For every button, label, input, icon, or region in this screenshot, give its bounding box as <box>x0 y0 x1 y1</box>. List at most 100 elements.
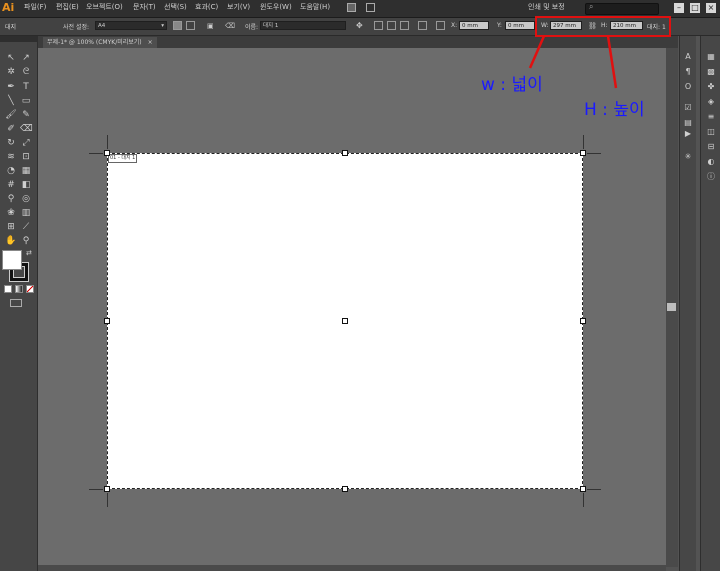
move-with-artboard-icon[interactable]: ✥ <box>356 21 365 30</box>
y-label: Y: <box>497 22 502 29</box>
eyedropper-icon[interactable]: ⚲ <box>5 193 17 205</box>
slice-icon[interactable]: ⟋ <box>20 221 32 233</box>
graph-icon[interactable]: ▥ <box>20 207 32 219</box>
selection-tool-icon[interactable]: ↖ <box>5 52 17 64</box>
actions-panel-icon[interactable]: ▶ <box>682 128 694 139</box>
resize-handle[interactable] <box>342 486 348 492</box>
perspective-icon[interactable]: ▦ <box>20 165 32 177</box>
resize-handle[interactable] <box>104 318 110 324</box>
type-tool-icon[interactable]: T <box>20 81 32 93</box>
new-artboard-icon[interactable]: ▣ <box>207 22 216 31</box>
gradient-mode-icon[interactable] <box>15 285 23 293</box>
rectangle-tool-icon[interactable]: ▭ <box>20 95 32 107</box>
x-label: X: <box>451 22 458 29</box>
menu-view[interactable]: 보기(V) <box>227 2 250 12</box>
transform-panel-icon[interactable]: ◫ <box>705 126 717 137</box>
appearance-panel-icon[interactable]: ✳ <box>682 151 694 162</box>
chevron-down-icon: ▾ <box>161 23 164 29</box>
pen-tool-icon[interactable]: ✒ <box>5 81 17 93</box>
crop-mark <box>89 489 103 490</box>
show-cross-hairs-icon[interactable] <box>387 21 396 30</box>
menu-object[interactable]: 오브젝트(O) <box>86 2 123 12</box>
stroke-panel-icon[interactable]: ≡ <box>705 111 717 122</box>
symbol-sprayer-icon[interactable]: ❀ <box>5 207 17 219</box>
mesh-icon[interactable]: # <box>5 179 17 191</box>
free-transform-icon[interactable]: ⊡ <box>20 151 32 163</box>
tools-panel-header[interactable] <box>0 36 37 42</box>
direct-selection-tool-icon[interactable]: ↗ <box>20 52 32 64</box>
align-panel-icon[interactable]: ⊟ <box>705 141 717 152</box>
lasso-icon[interactable]: ᘓ <box>20 66 32 78</box>
portrait-icon[interactable] <box>173 21 182 30</box>
workspace-switcher[interactable]: 인쇄 및 보정 <box>528 2 565 12</box>
resize-handle[interactable] <box>104 150 110 156</box>
fill-swatch[interactable] <box>2 250 22 270</box>
reference-point-icon[interactable] <box>436 21 445 30</box>
magic-wand-icon[interactable]: ✲ <box>5 66 17 78</box>
zoom-icon[interactable]: ⚲ <box>20 235 32 247</box>
none-mode-icon[interactable] <box>26 285 34 293</box>
shape-builder-icon[interactable]: ◔ <box>5 165 17 177</box>
search-input[interactable] <box>585 3 659 15</box>
layers-panel-icon[interactable]: ◈ <box>705 96 717 107</box>
line-tool-icon[interactable]: ╲ <box>5 95 17 107</box>
maximize-icon[interactable]: □ <box>690 3 700 13</box>
info-panel-icon[interactable]: ⓘ <box>705 171 717 182</box>
landscape-icon[interactable] <box>186 21 195 30</box>
bridge-icon[interactable] <box>347 3 356 12</box>
delete-artboard-icon[interactable]: ⌫ <box>225 22 235 31</box>
crop-mark <box>107 135 108 149</box>
screen-mode-icon[interactable] <box>10 299 22 307</box>
menu-effect[interactable]: 효과(C) <box>195 2 218 12</box>
brushes-panel-icon[interactable]: ✤ <box>705 81 717 92</box>
hand-icon[interactable]: ✋ <box>5 235 17 247</box>
resize-handle[interactable] <box>580 318 586 324</box>
resize-handle[interactable] <box>580 150 586 156</box>
preset-select[interactable]: A4 ▾ <box>95 21 167 30</box>
resize-handle[interactable] <box>104 486 110 492</box>
document-tab[interactable]: 무제-1* @ 100% (CMYK/미리보기) × <box>43 37 157 48</box>
gradient-icon[interactable]: ◧ <box>20 179 32 191</box>
close-tab-icon[interactable]: × <box>148 39 153 46</box>
blend-icon[interactable]: ◎ <box>20 193 32 205</box>
x-field[interactable]: 0 mm <box>459 21 489 30</box>
width-annotation: w : 넓이 <box>481 75 543 95</box>
color-panel-icon[interactable]: ▦ <box>705 51 717 62</box>
artboard-name-field[interactable]: 대지 1 <box>260 21 346 30</box>
menu-help[interactable]: 도움말(H) <box>300 2 330 12</box>
eraser-icon[interactable]: ⌫ <box>20 123 33 135</box>
document-info-icon[interactable]: ▤ <box>682 117 694 128</box>
artboard-tool-icon[interactable]: ⊞ <box>5 221 17 233</box>
rotate-icon[interactable]: ↻ <box>5 137 17 149</box>
width-tool-icon[interactable]: ≋ <box>5 151 17 163</box>
pathfinder-panel-icon[interactable]: ◐ <box>705 156 717 167</box>
y-field[interactable]: 0 mm <box>505 21 535 30</box>
menu-edit[interactable]: 편집(E) <box>56 2 79 12</box>
paragraph-panel-icon[interactable]: ¶ <box>682 66 694 77</box>
character-panel-icon[interactable]: A <box>682 51 694 62</box>
opentype-panel-icon[interactable]: O <box>682 81 694 92</box>
vertical-scroll-thumb[interactable] <box>667 303 676 311</box>
scale-icon[interactable]: ⤢ <box>20 137 32 149</box>
attributes-panel-icon[interactable]: ☑ <box>682 102 694 113</box>
show-center-mark-icon[interactable] <box>374 21 383 30</box>
swap-colors-icon[interactable]: ⇄ <box>26 249 32 257</box>
minimize-icon[interactable]: – <box>674 3 684 13</box>
menu-window[interactable]: 윈도우(W) <box>260 2 292 12</box>
swatches-panel-icon[interactable]: ▩ <box>705 66 717 77</box>
menu-type[interactable]: 문자(T) <box>133 2 156 12</box>
close-icon[interactable]: × <box>706 3 716 13</box>
arrange-documents-icon[interactable] <box>366 3 375 12</box>
menu-file[interactable]: 파일(F) <box>24 2 46 12</box>
resize-handle[interactable] <box>342 150 348 156</box>
resize-handle[interactable] <box>580 486 586 492</box>
show-safe-areas-icon[interactable] <box>400 21 409 30</box>
menu-select[interactable]: 선택(S) <box>164 2 187 12</box>
paintbrush-icon[interactable]: 🖌 <box>5 109 17 121</box>
blob-brush-icon[interactable]: ✐ <box>5 123 17 135</box>
pencil-icon[interactable]: ✎ <box>20 109 32 121</box>
artboard-options-icon[interactable] <box>418 21 427 30</box>
crop-mark <box>587 489 601 490</box>
horizontal-scrollbar[interactable] <box>38 565 666 571</box>
color-mode-icon[interactable] <box>4 285 12 293</box>
